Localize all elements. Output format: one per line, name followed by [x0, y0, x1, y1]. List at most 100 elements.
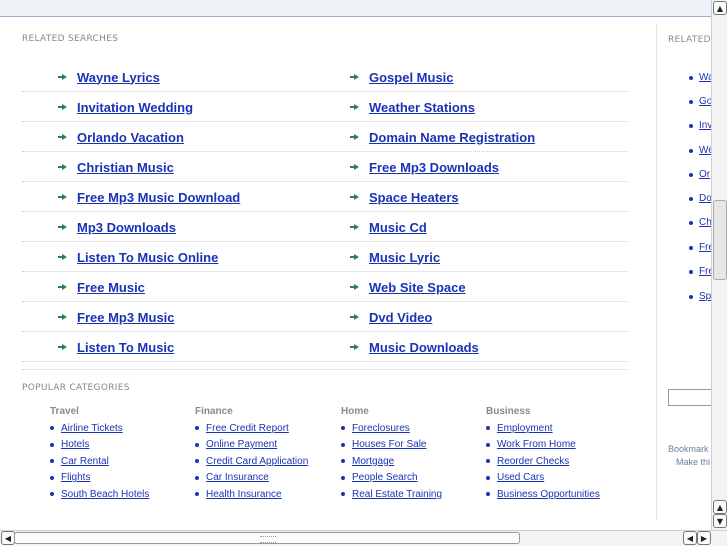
bullet-icon — [486, 442, 490, 447]
related-link[interactable]: Domain Name Registration — [369, 130, 535, 145]
scroll-up-icon[interactable]: ▲ — [713, 500, 727, 514]
bullet-icon — [50, 459, 54, 464]
related-link[interactable]: Weather Stations — [369, 100, 475, 115]
category-title: Finance — [195, 406, 233, 417]
vertical-scrollbar[interactable]: ▲ ▲ ▼ — [711, 0, 727, 530]
list-item: Christian Music Free Mp3 Downloads — [22, 153, 628, 182]
category-link[interactable]: Reorder Checks — [497, 456, 569, 467]
right-sidebar: RELATED Wa Go Inv We Or Do Ch Fre Fre Sp… — [656, 24, 712, 519]
category-column-travel: Travel Airline Tickets Hotels Car Rental… — [50, 406, 190, 503]
bullet-icon — [341, 442, 345, 447]
sidebar-link[interactable]: Ch — [699, 217, 712, 228]
related-link[interactable]: Free Mp3 Music Download — [77, 190, 240, 205]
bullet-icon — [689, 172, 693, 177]
arrow-icon — [58, 134, 67, 140]
related-link[interactable]: Free Mp3 Music — [77, 310, 175, 325]
category-title: Travel — [50, 406, 79, 417]
list-item: Free Credit Report — [195, 420, 335, 437]
related-link[interactable]: Listen To Music — [77, 340, 174, 355]
related-link[interactable]: Free Music — [77, 280, 145, 295]
related-link[interactable]: Free Mp3 Downloads — [369, 160, 499, 175]
bullet-icon — [50, 426, 54, 431]
vertical-scroll-thumb[interactable] — [713, 200, 727, 280]
list-item: Listen To Music Online Music Lyric — [22, 243, 628, 272]
category-link[interactable]: Car Insurance — [206, 472, 269, 483]
arrow-icon — [58, 224, 67, 230]
related-link[interactable]: Gospel Music — [369, 70, 454, 85]
horizontal-scroll-thumb[interactable] — [14, 532, 520, 544]
related-link[interactable]: Wayne Lyrics — [77, 70, 160, 85]
bullet-icon — [486, 426, 490, 431]
arrow-icon — [350, 74, 359, 80]
arrow-icon — [58, 254, 67, 260]
list-item: Free Mp3 Music Dvd Video — [22, 303, 628, 332]
related-link[interactable]: Listen To Music Online — [77, 250, 218, 265]
category-link[interactable]: Business Opportunities — [497, 489, 600, 500]
arrow-icon — [58, 344, 67, 350]
bullet-icon — [195, 475, 199, 480]
category-link[interactable]: Employment — [497, 423, 553, 434]
arrow-icon — [350, 284, 359, 290]
sidebar-item: Fre — [689, 266, 712, 277]
related-link[interactable]: Mp3 Downloads — [77, 220, 176, 235]
category-link[interactable]: Hotels — [61, 439, 89, 450]
related-link[interactable]: Music Cd — [369, 220, 427, 235]
sidebar-link[interactable]: Or — [699, 169, 710, 180]
list-item: Free Music Web Site Space — [22, 273, 628, 302]
related-link[interactable]: Orlando Vacation — [77, 130, 184, 145]
list-item: Orlando Vacation Domain Name Registratio… — [22, 123, 628, 152]
sidebar-item: Or — [689, 169, 710, 180]
category-link[interactable]: Airline Tickets — [61, 423, 123, 434]
arrow-icon — [350, 314, 359, 320]
category-column-home: Home Foreclosures Houses For Sale Mortga… — [341, 406, 481, 503]
list-item: South Beach Hotels — [50, 486, 190, 503]
category-link[interactable]: Foreclosures — [352, 423, 410, 434]
related-link[interactable]: Music Lyric — [369, 250, 440, 265]
list-item: Online Payment — [195, 437, 335, 454]
category-column-finance: Finance Free Credit Report Online Paymen… — [195, 406, 335, 503]
category-link[interactable]: Credit Card Application — [206, 456, 308, 467]
sidebar-item: Fre — [689, 242, 712, 253]
category-link[interactable]: Health Insurance — [206, 489, 282, 500]
category-link[interactable]: Flights — [61, 472, 90, 483]
bullet-icon — [50, 492, 54, 497]
list-item: Real Estate Training — [341, 486, 481, 503]
bullet-icon — [50, 442, 54, 447]
related-link[interactable]: Christian Music — [77, 160, 174, 175]
related-link[interactable]: Space Heaters — [369, 190, 459, 205]
scroll-left-icon[interactable]: ◀ — [683, 531, 697, 545]
list-item: Flights — [50, 470, 190, 487]
bullet-icon — [195, 459, 199, 464]
bullet-icon — [689, 294, 693, 299]
category-link[interactable]: Online Payment — [206, 439, 277, 450]
scroll-right-icon[interactable]: ▶ — [697, 531, 711, 545]
category-link[interactable]: Houses For Sale — [352, 439, 426, 450]
list-item: Free Mp3 Music Download Space Heaters — [22, 183, 628, 212]
category-link[interactable]: Free Credit Report — [206, 423, 289, 434]
category-link[interactable]: South Beach Hotels — [61, 489, 149, 500]
bullet-icon — [195, 442, 199, 447]
sidebar-link[interactable]: Sp — [699, 291, 711, 302]
list-item: Employment — [486, 420, 626, 437]
arrow-icon — [58, 314, 67, 320]
make-homepage-text[interactable]: Make thi — [676, 457, 710, 467]
related-link[interactable]: Invitation Wedding — [77, 100, 193, 115]
scroll-down-icon[interactable]: ▼ — [713, 514, 727, 528]
list-item: Wayne Lyrics Gospel Music — [22, 63, 628, 92]
category-link[interactable]: Mortgage — [352, 456, 394, 467]
related-link[interactable]: Dvd Video — [369, 310, 432, 325]
category-link[interactable]: Car Rental — [61, 456, 109, 467]
scroll-up-icon[interactable]: ▲ — [713, 1, 727, 15]
category-link[interactable]: Used Cars — [497, 472, 544, 483]
scroll-left-icon[interactable]: ◀ — [1, 531, 15, 545]
category-link[interactable]: Real Estate Training — [352, 489, 442, 500]
sidebar-link[interactable]: Do — [699, 193, 712, 204]
horizontal-scrollbar[interactable]: ◀ ◀ ▶ — [0, 530, 727, 546]
related-link[interactable]: Web Site Space — [369, 280, 466, 295]
category-title: Business — [486, 406, 531, 417]
search-input[interactable] — [668, 389, 712, 406]
category-link[interactable]: People Search — [352, 472, 418, 483]
related-link[interactable]: Music Downloads — [369, 340, 479, 355]
bookmark-text[interactable]: Bookmark — [668, 444, 709, 454]
category-link[interactable]: Work From Home — [497, 439, 576, 450]
